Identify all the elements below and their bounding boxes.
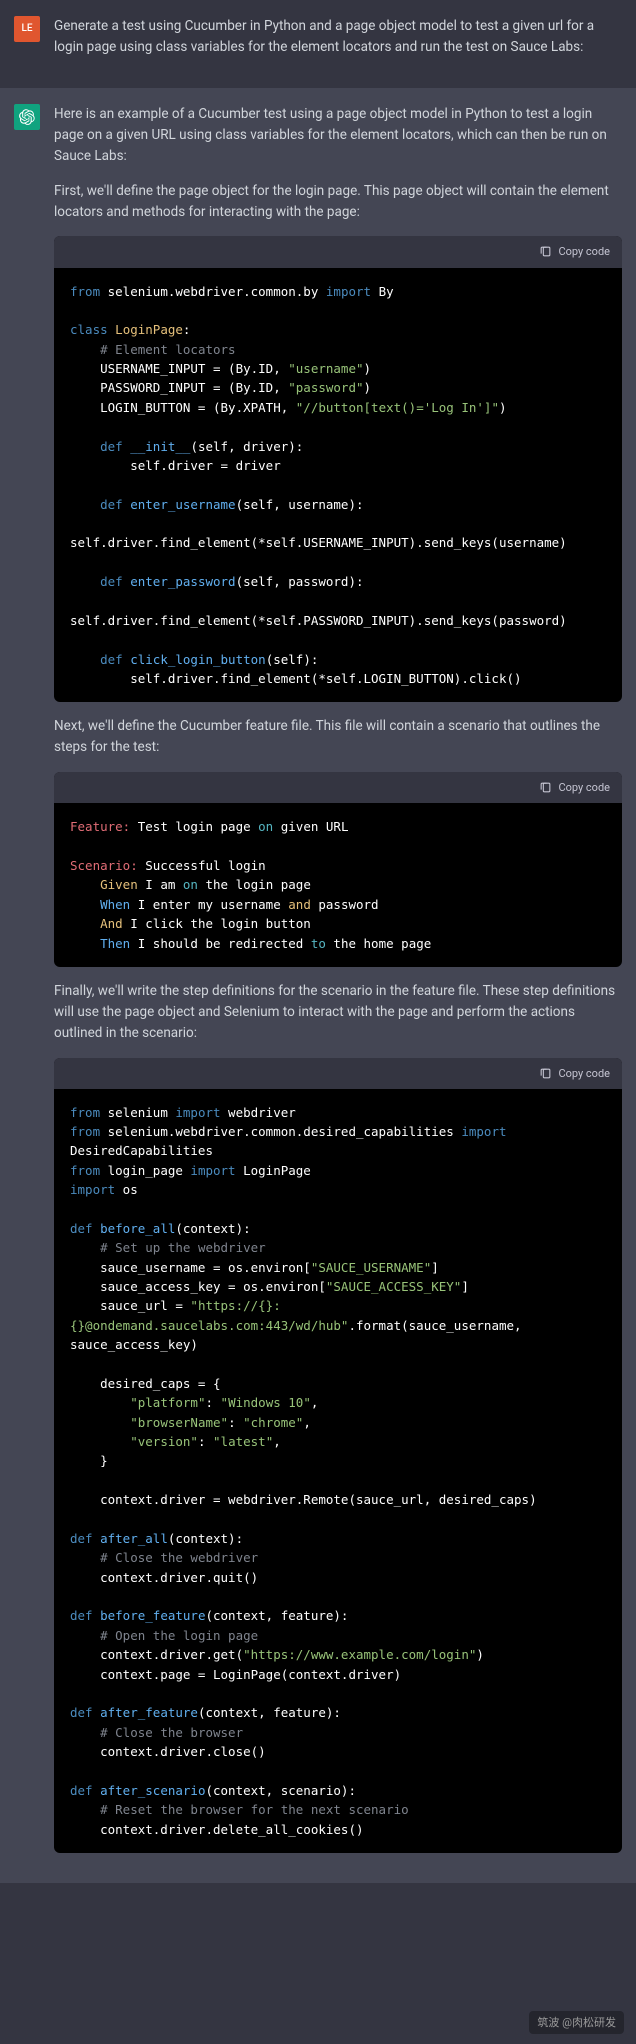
user-message: LE Generate a test using Cucumber in Pyt… [0,0,636,88]
clipboard-icon [539,245,552,258]
watermark: 筑波 @肉松研发 [529,2011,624,2034]
clipboard-icon [539,1067,552,1080]
copy-code-label: Copy code [558,1065,610,1082]
user-avatar: LE [14,16,40,42]
clipboard-icon [539,781,552,794]
copy-code-label: Copy code [558,243,610,260]
para-4: Finally, we'll write the step definition… [54,981,622,1044]
assistant-message: Here is an example of a Cucumber test us… [0,88,636,1883]
copy-code-label: Copy code [558,779,610,796]
para-3: Next, we'll define the Cucumber feature … [54,716,622,758]
code-header[interactable]: Copy code [54,772,622,803]
para-2: First, we'll define the page object for … [54,181,622,223]
code-header[interactable]: Copy code [54,1058,622,1089]
code-block-2: Copy code Feature: Test login page on gi… [54,772,622,967]
code-body-1: from selenium.webdriver.common.by import… [54,268,622,703]
code-body-2: Feature: Test login page on given URL Sc… [54,803,622,967]
assistant-content: Here is an example of a Cucumber test us… [54,104,622,1867]
openai-icon [19,109,35,125]
user-content: Generate a test using Cucumber in Python… [54,16,622,72]
user-prompt-text: Generate a test using Cucumber in Python… [54,16,622,58]
code-block-3: Copy code from selenium import webdriver… [54,1058,622,1853]
code-block-1: Copy code from selenium.webdriver.common… [54,236,622,702]
code-body-3: from selenium import webdriver from sele… [54,1089,622,1853]
code-header[interactable]: Copy code [54,236,622,267]
assistant-avatar [14,104,40,130]
para-1: Here is an example of a Cucumber test us… [54,104,622,167]
